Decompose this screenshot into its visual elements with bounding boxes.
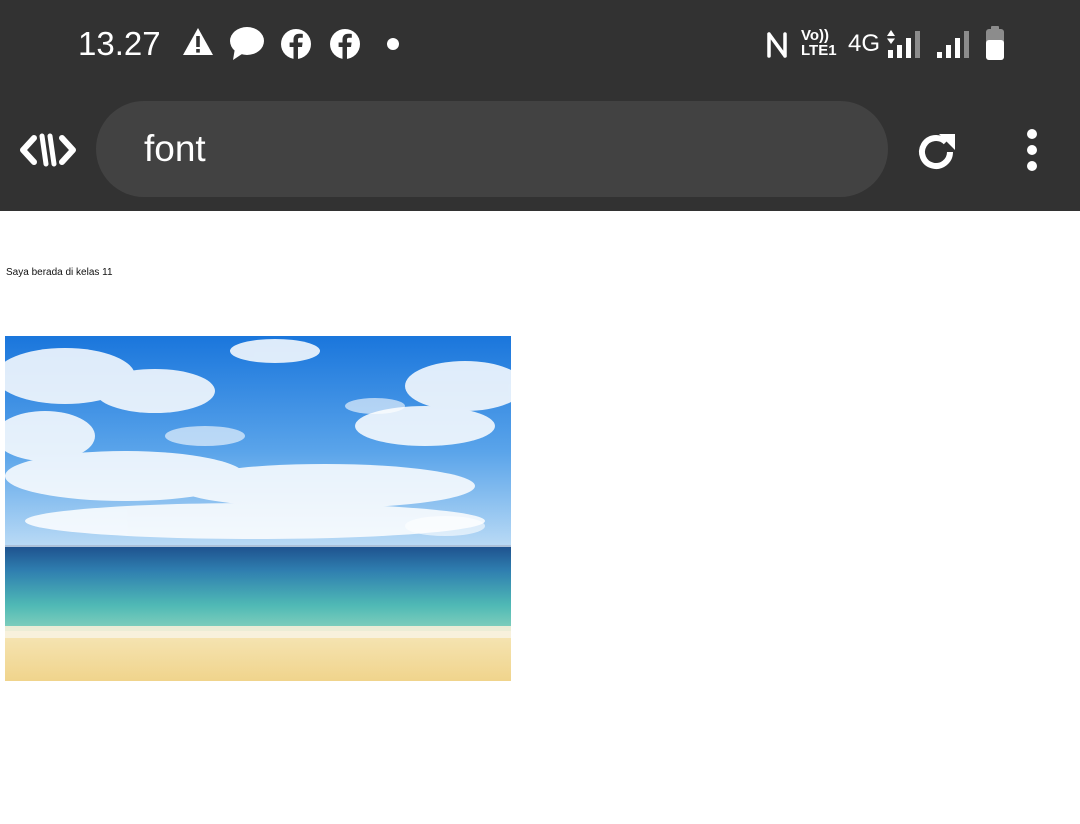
signal-icon bbox=[887, 30, 920, 58]
dot-icon bbox=[387, 38, 399, 50]
status-bar: 13.27 Vo)) LTE1 4G bbox=[0, 0, 1080, 90]
page-paragraph: Saya berada di kelas 11 bbox=[6, 267, 113, 278]
volte-label-bottom: LTE1 bbox=[801, 42, 837, 59]
battery-icon bbox=[986, 26, 1004, 60]
warning-icon bbox=[183, 28, 213, 55]
more-vert-icon[interactable] bbox=[1020, 128, 1044, 172]
address-bar[interactable]: font bbox=[96, 101, 888, 197]
web-page: Saya berada di kelas 11 bbox=[0, 211, 1080, 824]
message-icon bbox=[230, 27, 264, 60]
facebook-icon bbox=[281, 29, 311, 59]
reload-icon[interactable] bbox=[912, 128, 960, 176]
address-bar-text[interactable]: font bbox=[144, 127, 206, 171]
browser-toolbar: font bbox=[0, 90, 1080, 211]
volte-icon: Vo)) LTE1 bbox=[801, 28, 841, 60]
app-logo-icon[interactable] bbox=[20, 130, 76, 170]
beach-photo bbox=[5, 336, 511, 681]
network-type: 4G bbox=[848, 30, 881, 57]
signal-icon bbox=[937, 31, 969, 58]
nfc-icon bbox=[767, 32, 787, 58]
status-time: 13.27 bbox=[78, 25, 161, 62]
facebook-icon bbox=[330, 29, 360, 59]
volte-label-top: Vo)) bbox=[801, 27, 830, 44]
